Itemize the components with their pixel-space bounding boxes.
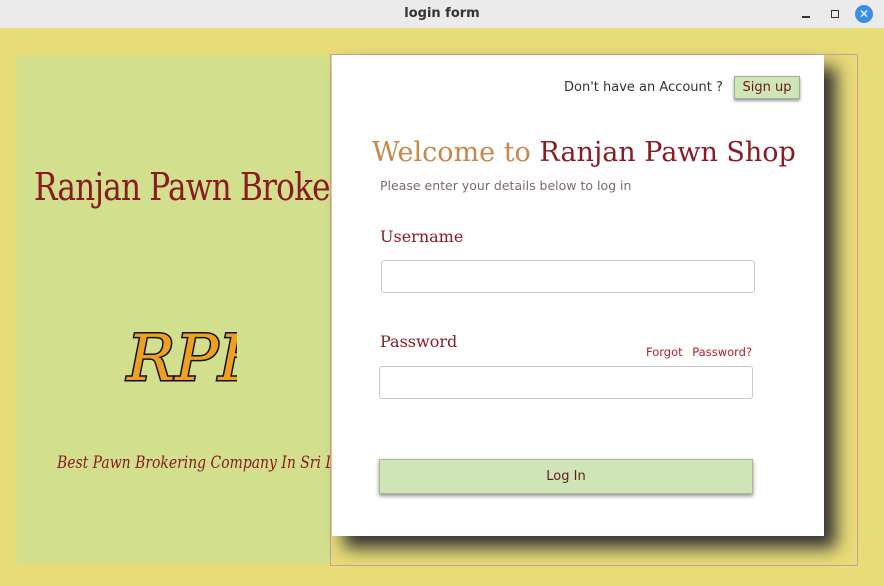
minimize-icon[interactable] <box>797 5 815 23</box>
login-card: Don't have an Account ? Sign up Welcome … <box>332 55 824 536</box>
logo-text: RPB <box>126 322 237 396</box>
company-name: Ranjan Pawn Brokers <box>34 165 360 209</box>
forgot-password-link[interactable]: Forgot Password? <box>646 345 752 359</box>
password-input[interactable] <box>379 366 753 399</box>
branding-panel: Ranjan Pawn Brokers RPB Best Pawn Broker… <box>17 55 369 564</box>
close-icon[interactable]: ✕ <box>855 5 873 23</box>
tagline: Best Pawn Brokering Company In Sri Lanka <box>57 453 369 473</box>
login-button[interactable]: Log In <box>379 459 753 494</box>
welcome-heading: Welcome to Ranjan Pawn Shop <box>372 137 796 168</box>
username-input[interactable] <box>381 260 755 293</box>
login-subtitle: Please enter your details below to log i… <box>380 178 632 193</box>
password-label: Password <box>380 332 458 351</box>
welcome-prefix: Welcome to <box>372 137 531 168</box>
maximize-icon[interactable] <box>826 5 844 23</box>
username-label: Username <box>380 227 464 246</box>
window-title: login form <box>404 6 480 21</box>
title-bar: login form ✕ <box>0 0 884 29</box>
shop-name: Ranjan Pawn Shop <box>539 137 796 168</box>
rpb-logo: RPB <box>125 321 238 398</box>
signup-question: Don't have an Account ? <box>564 80 723 95</box>
window-content: Ranjan Pawn Brokers RPB Best Pawn Broker… <box>0 28 884 586</box>
signup-button[interactable]: Sign up <box>734 76 800 99</box>
